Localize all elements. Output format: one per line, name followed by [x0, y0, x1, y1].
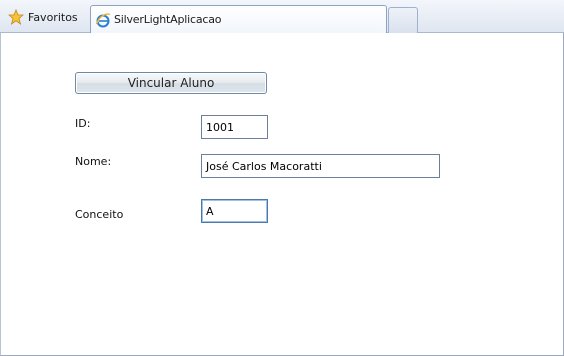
- tab-title: SilverLightAplicacao: [114, 13, 222, 26]
- id-field[interactable]: 1001: [201, 115, 268, 139]
- bind-student-button[interactable]: Vincular Aluno: [75, 72, 267, 94]
- star-icon: [8, 9, 24, 25]
- favorites-button[interactable]: Favoritos: [4, 7, 82, 27]
- page-content: Vincular Aluno ID: 1001 Nome: José Carlo…: [0, 33, 564, 356]
- id-label: ID:: [75, 117, 91, 130]
- browser-tab-bar: Favoritos SilverLightAplicacao: [0, 0, 564, 33]
- internet-explorer-icon: [95, 12, 111, 27]
- grade-field[interactable]: A: [201, 199, 268, 223]
- grade-label: Conceito: [75, 208, 124, 221]
- favorites-label: Favoritos: [28, 10, 78, 24]
- name-field[interactable]: José Carlos Macoratti: [201, 154, 440, 178]
- tab-silverlight-app[interactable]: SilverLightAplicacao: [90, 5, 387, 33]
- name-label: Nome:: [75, 155, 112, 168]
- new-tab-button[interactable]: [388, 7, 418, 33]
